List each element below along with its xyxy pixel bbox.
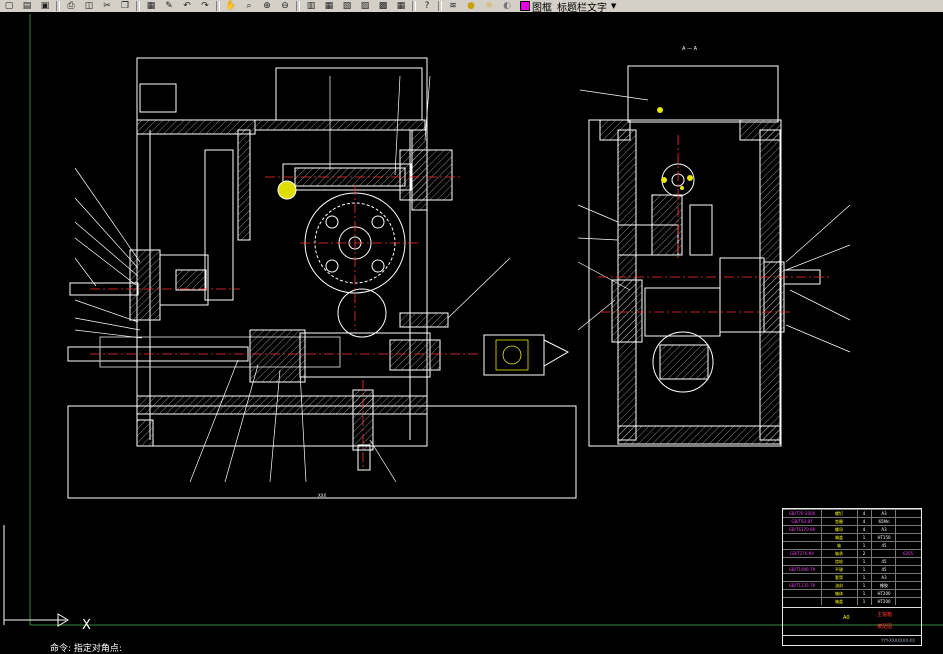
copy-icon[interactable]: ❐: [116, 0, 134, 12]
help-icon[interactable]: ?: [418, 0, 436, 12]
match-icon[interactable]: ✎: [160, 0, 178, 12]
section-label: A — A: [682, 46, 698, 52]
preview-icon[interactable]: ◫: [80, 0, 98, 12]
layer-color-swatch: [520, 1, 530, 11]
save-icon[interactable]: ▣: [36, 0, 54, 12]
main-section-view: [67, 57, 577, 499]
part-code: [785, 598, 819, 606]
layer-on-icon[interactable]: ●: [462, 0, 480, 12]
sheet-set-icon[interactable]: ▨: [356, 0, 374, 12]
design-center-icon[interactable]: ▦: [320, 0, 338, 12]
part-qty: 1: [862, 599, 866, 604]
drawing-number: YYY-XXXXXXX-XX: [881, 638, 915, 643]
title-block-divider: [783, 607, 921, 616]
zoom-realtime-icon[interactable]: ⌕: [240, 0, 258, 12]
layer-freeze-icon[interactable]: ☼: [480, 0, 498, 12]
properties-icon[interactable]: ▥: [302, 0, 320, 12]
scale-label: A0: [843, 615, 850, 621]
ucs-x-label: X: [82, 618, 91, 633]
part-remark: [897, 598, 919, 606]
pan-icon[interactable]: ✋: [222, 0, 240, 12]
toolbar-separator: [296, 1, 300, 11]
open-icon[interactable]: ▤: [18, 0, 36, 12]
markup-icon[interactable]: ▩: [374, 0, 392, 12]
layer-manager-icon[interactable]: ≋: [444, 0, 462, 12]
print-icon[interactable]: ⎙: [62, 0, 80, 12]
section-view-a-a: [577, 65, 851, 447]
parts-list-row: 箱盖 1 HT200: [783, 597, 921, 606]
toolbar-separator: [136, 1, 140, 11]
title-block: GB/T70-2000 螺钉 4 A3 GB/T93-87 垫圈 4 65Mn GB/T6170…: [782, 508, 922, 646]
layer-lock-icon[interactable]: ◐: [498, 0, 516, 12]
toolbar-separator: [438, 1, 442, 11]
zoom-previous-icon[interactable]: ⊖: [276, 0, 294, 12]
drawing-title: 主轴箱: [877, 612, 893, 618]
cut-icon[interactable]: ✂: [98, 0, 116, 12]
ucs-icon: [3, 525, 69, 627]
toolbar-separator: [216, 1, 220, 11]
chevron-down-icon[interactable]: ▼: [611, 2, 616, 10]
paste-icon[interactable]: ▦: [142, 0, 160, 12]
calc-icon[interactable]: ▦: [392, 0, 410, 12]
toolbar-separator: [56, 1, 60, 11]
command-line[interactable]: 命令: 指定对角点:: [50, 641, 122, 654]
toolbar-separator: [412, 1, 416, 11]
model-space-canvas[interactable]: A — A XXX GB/T70-2000 螺钉 4 A3 GB/T93-87 垫圈 4 65…: [0, 12, 943, 654]
drawing-subtitle: 装配图: [877, 624, 893, 630]
tool-palette-icon[interactable]: ▧: [338, 0, 356, 12]
part-name: 箱盖: [835, 599, 843, 604]
zoom-window-icon[interactable]: ⊕: [258, 0, 276, 12]
redo-icon[interactable]: ↷: [196, 0, 214, 12]
dimension-label: XXX: [318, 493, 326, 498]
new-icon[interactable]: ▢: [0, 0, 18, 12]
undo-icon[interactable]: ↶: [178, 0, 196, 12]
part-material: HT200: [877, 599, 891, 604]
